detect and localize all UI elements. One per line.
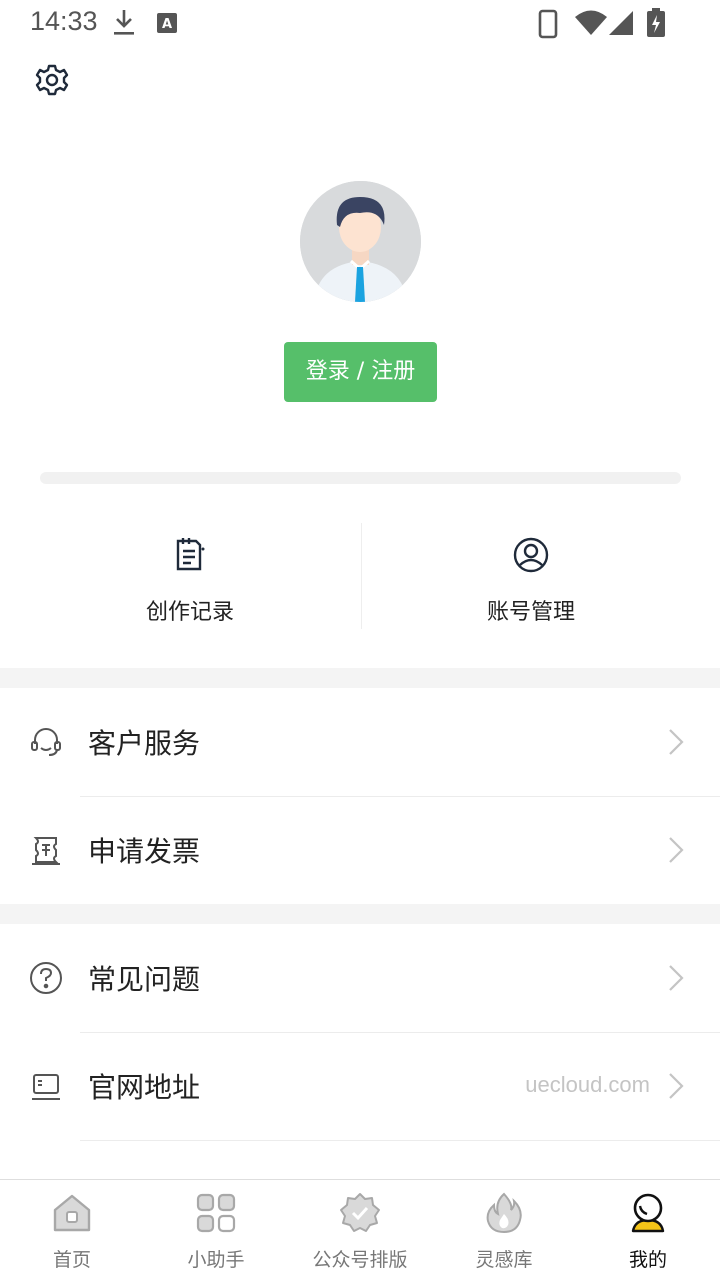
tab-home[interactable]: 首页: [0, 1180, 144, 1280]
tab-label: 小助手: [187, 1249, 245, 1271]
user-circle-icon: [511, 535, 551, 575]
section-gap: [0, 668, 720, 688]
keyboard-a-icon: A: [156, 12, 178, 38]
menu-item-customer-service[interactable]: 客户服务: [0, 688, 720, 796]
section-gap: [0, 904, 720, 924]
battery-charging-icon: [646, 8, 666, 42]
tab-label: 我的: [628, 1249, 667, 1271]
default-user-avatar-icon: [300, 181, 421, 302]
monitor-icon: [28, 1068, 64, 1104]
menu-item-faq[interactable]: 常见问题: [0, 924, 720, 1032]
tab-wechat-layout[interactable]: 公众号排版: [288, 1180, 432, 1280]
menu-item-official-website[interactable]: 官网地址 uecloud.com: [0, 1032, 720, 1140]
menu-item-label: 申请发票: [88, 835, 201, 868]
question-circle-icon: [28, 960, 64, 996]
quick-action-label: 账号管理: [486, 600, 575, 625]
profile-icon: [627, 1192, 669, 1234]
account-management-button[interactable]: 账号管理: [361, 520, 701, 632]
signal-icon: [608, 10, 634, 40]
settings-button[interactable]: [30, 58, 74, 102]
menu-item-apply-invoice[interactable]: 申请发票: [0, 796, 720, 904]
gear-icon: [30, 64, 74, 106]
quick-action-label: 创作记录: [145, 600, 234, 625]
tab-inspiration[interactable]: 灵感库: [432, 1180, 576, 1280]
menu-item-label: 客户服务: [88, 727, 201, 760]
bottom-tab-bar: 首页 小助手 公众号排版 灵感库 我的: [0, 1179, 720, 1280]
menu-item-label: 常见问题: [88, 963, 201, 996]
tab-label: 首页: [52, 1249, 91, 1271]
tab-assistant[interactable]: 小助手: [144, 1180, 288, 1280]
chevron-right-icon: [668, 728, 684, 756]
wifi-icon: [574, 10, 608, 40]
divider-track: [40, 472, 681, 484]
tab-mine[interactable]: 我的: [576, 1180, 720, 1280]
invoice-icon: [28, 832, 64, 868]
download-icon: [112, 8, 136, 42]
status-bar: 14:33 A: [0, 0, 720, 48]
creation-records-button[interactable]: 创作记录: [20, 520, 360, 632]
svg-text:A: A: [162, 17, 172, 32]
chevron-right-icon: [668, 836, 684, 864]
tab-label: 公众号排版: [312, 1249, 408, 1271]
chevron-right-icon: [668, 1072, 684, 1100]
headset-icon: [28, 724, 64, 760]
chevron-right-icon: [668, 964, 684, 992]
tab-label: 灵感库: [475, 1249, 533, 1271]
menu-item-label: 官网地址: [88, 1071, 201, 1104]
home-icon: [51, 1192, 93, 1234]
badge-check-icon: [339, 1192, 381, 1234]
login-register-button[interactable]: 登录 / 注册: [284, 342, 437, 402]
flame-icon: [483, 1192, 525, 1234]
website-url: uecloud.com: [525, 1072, 650, 1097]
document-list-icon: [170, 535, 210, 575]
menu-divider: [80, 1140, 720, 1141]
status-time: 14:33: [30, 6, 98, 36]
avatar[interactable]: [300, 181, 421, 302]
phone-icon: [538, 9, 558, 43]
grid-icon: [195, 1192, 237, 1234]
